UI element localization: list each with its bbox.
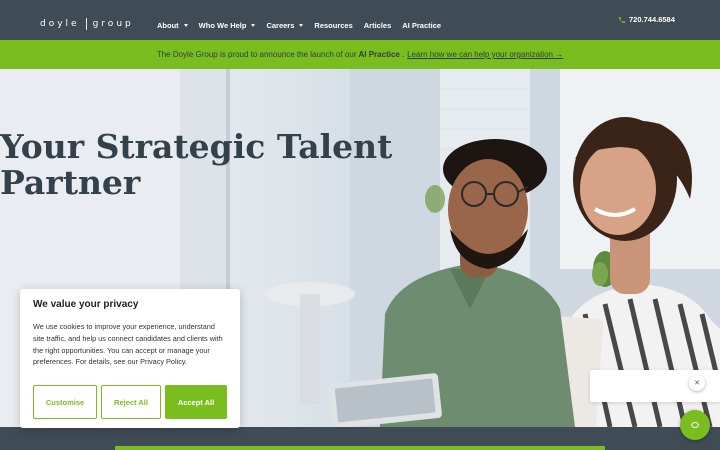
announcement-highlight: AI Practice xyxy=(358,50,400,59)
logo[interactable]: doyle group xyxy=(40,18,134,30)
accept-all-button[interactable]: Accept All xyxy=(165,385,227,419)
chat-icon xyxy=(691,422,699,428)
chevron-down-icon xyxy=(183,24,188,27)
cookie-body: We use cookies to improve your experienc… xyxy=(33,322,223,367)
hero-title: Your Strategic Talent Partner xyxy=(0,129,420,201)
announcement-text: The Doyle Group is proud to announce the… xyxy=(156,50,357,59)
reject-all-button[interactable]: Reject All xyxy=(101,385,161,419)
nav-label: Resources xyxy=(314,21,353,30)
cookie-banner: We value your privacy We use cookies to … xyxy=(20,289,240,428)
nav-item-about[interactable]: About xyxy=(157,21,188,30)
hero-title-line-1: Your Strategic Talent xyxy=(0,127,393,166)
announcement-link[interactable]: Learn how we can help your organization … xyxy=(407,50,563,59)
nav-label: Articles xyxy=(363,21,392,30)
nav-item-resources[interactable]: Resources xyxy=(314,21,352,30)
bottom-section xyxy=(0,427,720,450)
phone-link[interactable]: 720.744.6584 xyxy=(618,15,675,24)
site-header: doyle group About Who We Help Careers Re… xyxy=(0,0,720,40)
cookie-buttons: Customise Reject All Accept All xyxy=(33,385,227,419)
hero-title-line-2: Partner xyxy=(0,163,141,202)
chat-popup[interactable]: ✕ xyxy=(590,370,720,402)
logo-divider xyxy=(85,18,87,30)
nav-label: Who We Help xyxy=(198,21,247,30)
logo-left: doyle xyxy=(40,19,80,29)
nav-item-careers[interactable]: Careers xyxy=(266,21,304,30)
chevron-down-icon xyxy=(299,24,304,27)
announcement-bar: The Doyle Group is proud to announce the… xyxy=(0,40,720,69)
main-nav: About Who We Help Careers Resources Arti… xyxy=(157,21,452,30)
logo-right: group xyxy=(92,19,134,29)
nav-item-who-we-help[interactable]: Who We Help xyxy=(199,21,256,30)
phone-number: 720.744.6584 xyxy=(629,15,675,24)
nav-label: About xyxy=(157,21,179,30)
customise-button[interactable]: Customise xyxy=(33,385,97,419)
nav-label: Careers xyxy=(266,21,295,30)
nav-label: AI Practice xyxy=(402,21,442,30)
close-icon[interactable]: ✕ xyxy=(689,375,705,391)
nav-item-ai-practice[interactable]: AI Practice xyxy=(402,21,441,30)
cookie-title: We value your privacy xyxy=(33,299,139,310)
nav-item-articles[interactable]: Articles xyxy=(364,21,392,30)
phone-icon xyxy=(619,16,625,23)
green-accent-bar xyxy=(115,446,605,450)
chevron-down-icon xyxy=(251,24,256,27)
chat-launcher-button[interactable] xyxy=(680,410,710,440)
announcement-suffix: . xyxy=(401,50,405,59)
